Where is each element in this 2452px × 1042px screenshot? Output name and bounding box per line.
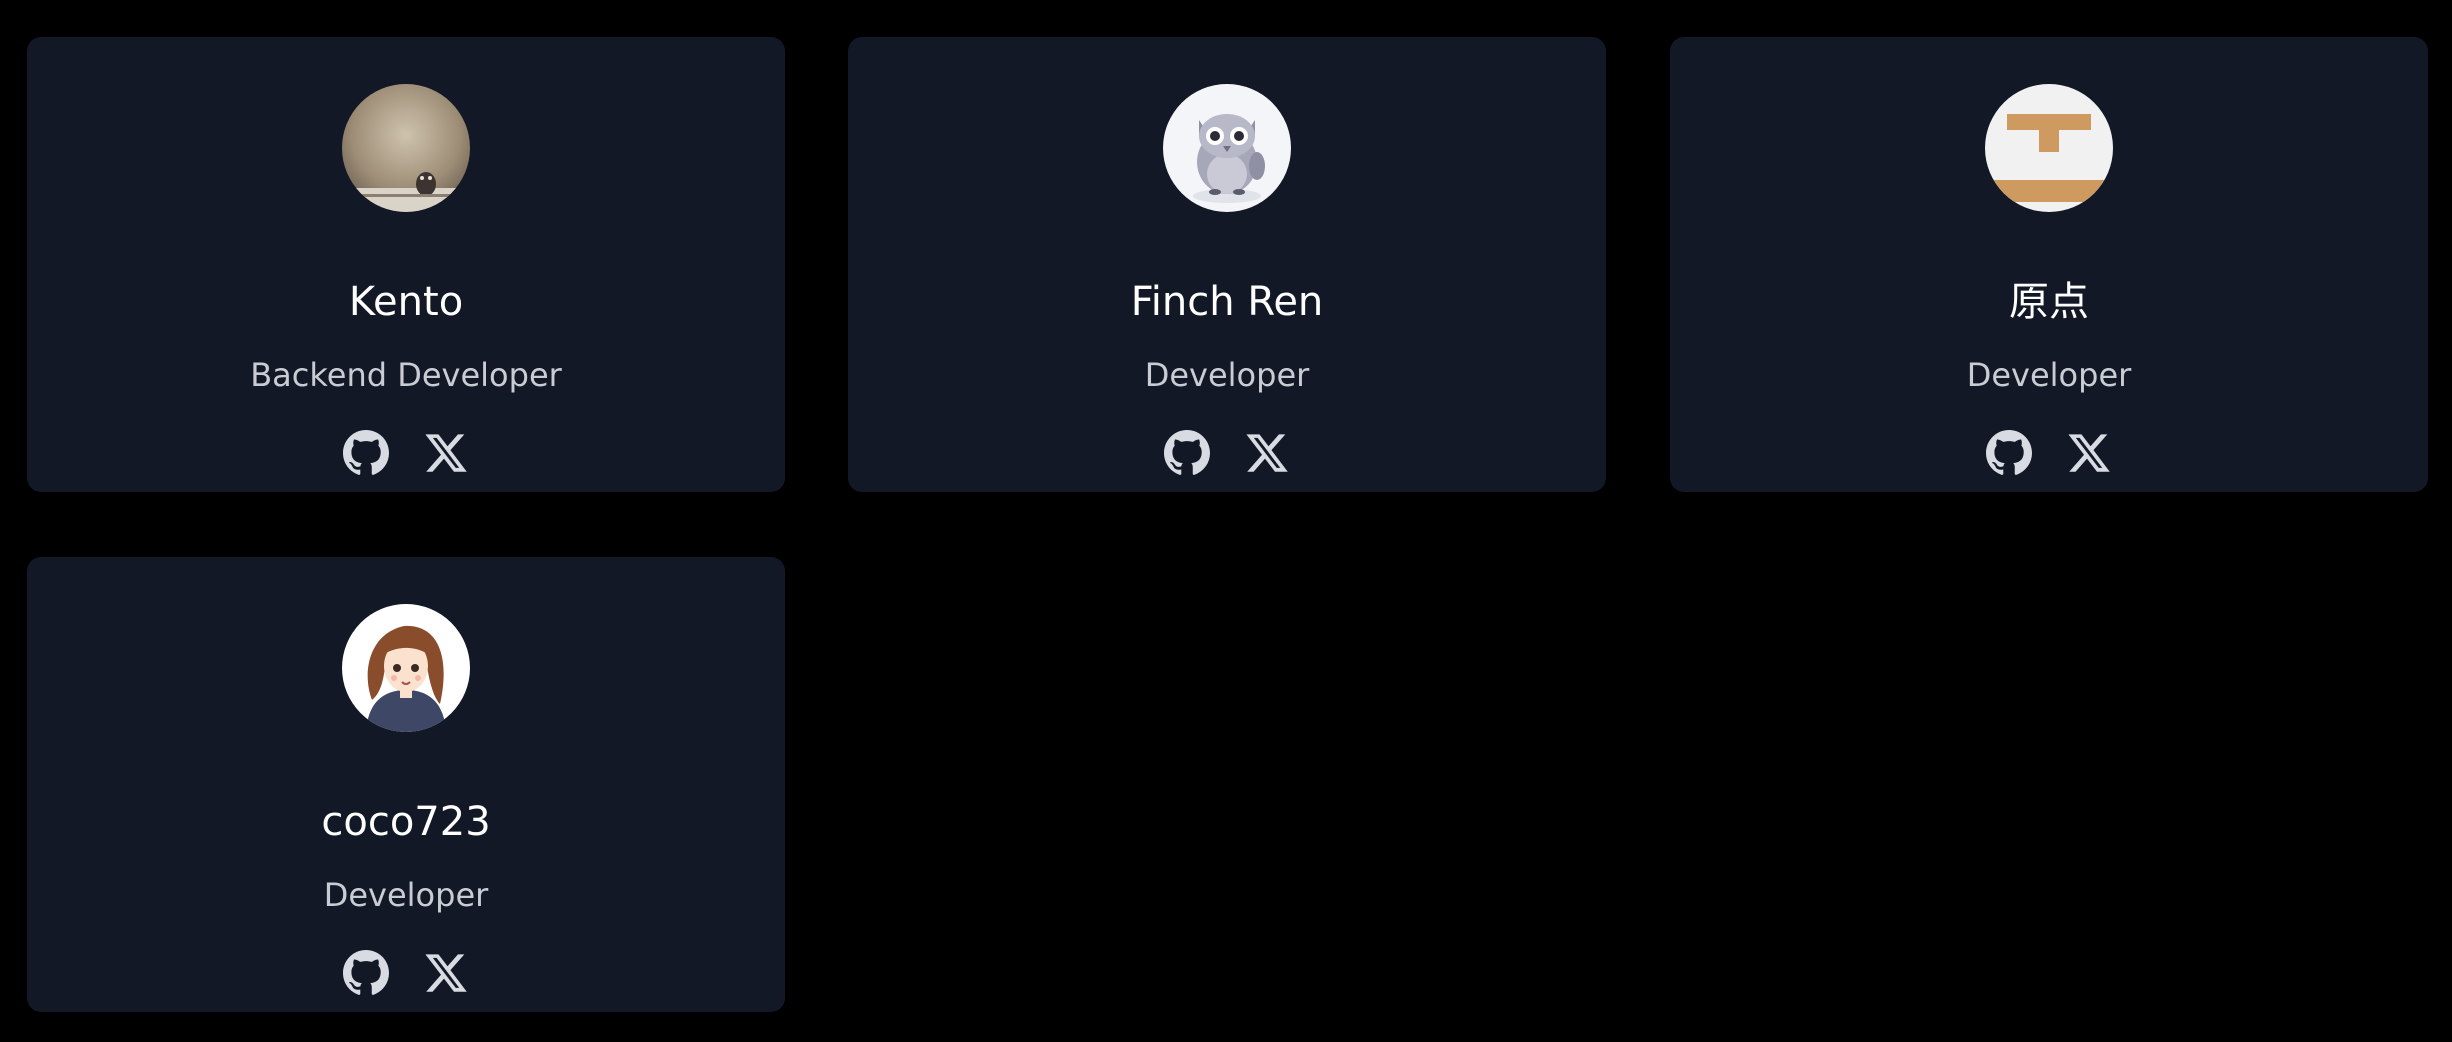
photo-cat-avatar (342, 84, 470, 212)
x-link[interactable] (1244, 430, 1290, 476)
x-icon (1246, 434, 1288, 472)
github-link[interactable] (343, 430, 389, 476)
member-name: 原点 (2009, 279, 2089, 325)
x-link[interactable] (423, 430, 469, 476)
x-link[interactable] (2066, 430, 2112, 476)
social-links (27, 430, 785, 484)
avatar (342, 604, 470, 732)
member-role: Developer (323, 876, 489, 914)
x-icon (425, 954, 467, 992)
github-icon (343, 950, 389, 995)
owl-avatar (1163, 84, 1291, 212)
member-name: Finch Ren (1130, 279, 1324, 325)
member-role: Developer (1144, 356, 1310, 394)
illustrated-girl-avatar (342, 604, 470, 732)
member-role: Backend Developer (250, 356, 562, 394)
member-role: Developer (1966, 356, 2132, 394)
social-links (27, 950, 785, 1004)
avatar (342, 84, 470, 212)
avatar (1163, 84, 1291, 212)
x-icon (425, 434, 467, 472)
x-icon (2068, 434, 2110, 472)
social-links (848, 430, 1606, 484)
orange-t-logo-avatar (1985, 84, 2113, 212)
github-link[interactable] (1986, 430, 2032, 476)
github-icon (1164, 430, 1210, 475)
team-grid: Kento Backend Developer Finch Ren Develo… (0, 0, 2452, 1042)
member-card-kento: Kento Backend Developer (27, 37, 785, 492)
member-card-yuandian: 原点 Developer (1670, 37, 2428, 492)
member-name: coco723 (321, 799, 491, 845)
github-icon (1986, 430, 2032, 475)
github-link[interactable] (343, 950, 389, 996)
avatar (1985, 84, 2113, 212)
member-card-coco723: coco723 Developer (27, 557, 785, 1012)
member-card-finch-ren: Finch Ren Developer (848, 37, 1606, 492)
x-link[interactable] (423, 950, 469, 996)
social-links (1670, 430, 2428, 484)
github-icon (343, 430, 389, 475)
github-link[interactable] (1164, 430, 1210, 476)
member-name: Kento (348, 279, 464, 325)
